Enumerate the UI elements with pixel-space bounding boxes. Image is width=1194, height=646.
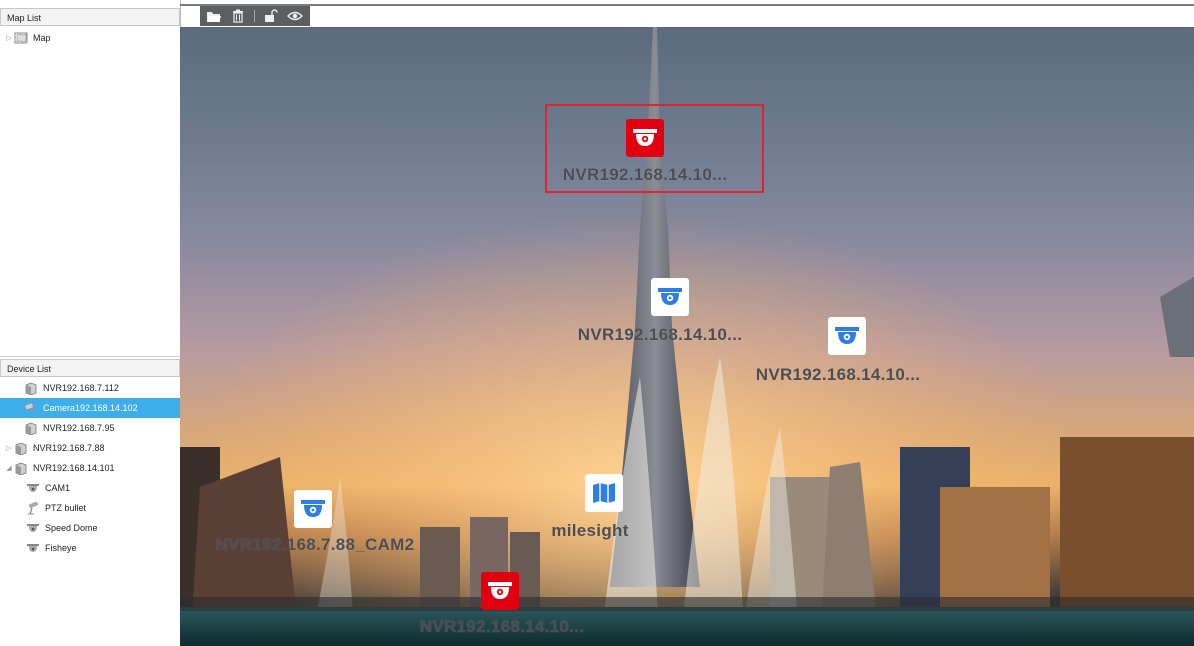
device-list-panel: Device List NVR192.168.7.112 Camera192.16… [0, 359, 180, 646]
dome-camera-icon[interactable] [651, 278, 689, 316]
marker-label: NVR192.168.14.10... [419, 617, 585, 636]
map-canvas[interactable]: NVR192.168.14.10... NVR192.168.14.10... NV… [180, 27, 1194, 646]
device-list-item[interactable]: Speed Dome [0, 518, 180, 538]
device-list-header: Device List [0, 359, 180, 377]
device-list-item[interactable]: Fisheye [0, 538, 180, 558]
unlock-icon[interactable] [263, 9, 279, 23]
device-list-item-label: NVR192.168.14.101 [33, 463, 115, 473]
dome-camera-icon[interactable] [626, 119, 664, 157]
marker-label: NVR192.168.14.10... [562, 165, 728, 184]
device-list-item-label: Speed Dome [45, 523, 98, 533]
map-folder-icon [14, 31, 28, 45]
device-list-item[interactable]: CAM1 [0, 478, 180, 498]
camera-marker[interactable] [828, 317, 866, 355]
top-divider [180, 4, 1194, 6]
map-toolbar [200, 6, 310, 26]
device-list-item-label: NVR192.168.7.88 [33, 443, 105, 453]
dome-camera-icon [26, 541, 40, 555]
preview-eye-icon[interactable] [287, 9, 303, 23]
device-list-item-label: CAM1 [45, 483, 71, 493]
nvr-icon [14, 461, 28, 475]
device-list-item-label: NVR192.168.7.95 [43, 423, 115, 433]
camera-marker[interactable] [651, 278, 689, 316]
dome-camera-icon[interactable] [481, 572, 519, 610]
dome-camera-icon [26, 521, 40, 535]
dome-camera-icon[interactable] [294, 490, 332, 528]
device-list-item[interactable]: ◢ NVR192.168.14.101 [0, 458, 180, 478]
dome-camera-icon [26, 481, 40, 495]
map-list-panel: Map List ▷ Map [0, 8, 180, 357]
device-list-item[interactable]: NVR192.168.7.112 [0, 378, 180, 398]
expand-arrow-icon[interactable]: ▷ [4, 34, 14, 42]
ptz-bullet-icon [26, 501, 40, 515]
marker-label: NVR192.168.14.10... [577, 325, 743, 344]
device-list-item[interactable]: Camera192.168.14.102 [0, 398, 180, 418]
dome-camera-icon[interactable] [828, 317, 866, 355]
marker-label: milesight [551, 521, 629, 540]
device-list-item-label: Fisheye [45, 543, 77, 553]
device-list-item-label: PTZ bullet [45, 503, 87, 513]
camera-icon [24, 401, 38, 415]
map-icon[interactable] [585, 474, 623, 512]
camera-marker[interactable] [481, 572, 519, 610]
device-list-item[interactable]: NVR192.168.7.95 [0, 418, 180, 438]
expand-arrow-icon[interactable]: ▷ [4, 444, 14, 452]
open-folder-icon[interactable] [206, 9, 222, 23]
camera-marker[interactable] [626, 119, 664, 157]
nvr-icon [24, 421, 38, 435]
device-list-item-label: NVR192.168.7.112 [43, 383, 119, 393]
delete-icon[interactable] [230, 9, 246, 23]
device-list-item[interactable]: ▷ NVR192.168.7.88 [0, 438, 180, 458]
device-list-item-label: Camera192.168.14.102 [43, 403, 138, 413]
map-list-item-map[interactable]: ▷ Map [0, 28, 180, 48]
camera-marker[interactable] [294, 490, 332, 528]
nvr-icon [24, 381, 38, 395]
device-list-item[interactable]: PTZ bullet [0, 498, 180, 518]
expand-arrow-icon[interactable]: ◢ [4, 464, 14, 472]
device-tree: NVR192.168.7.112 Camera192.168.14.102 NVR1… [0, 377, 180, 558]
map-link-marker[interactable] [585, 474, 623, 512]
marker-label: NVR192.168.14.10... [755, 365, 921, 384]
marker-label: NVR192.168.7.88_CAM2 [215, 535, 415, 554]
toolbar-separator [254, 10, 255, 22]
map-list-item-label: Map [33, 33, 51, 43]
map-list-header: Map List [0, 8, 180, 26]
nvr-icon [14, 441, 28, 455]
left-panel: Map List ▷ Map Device List NVR192.168.7.… [0, 0, 181, 646]
